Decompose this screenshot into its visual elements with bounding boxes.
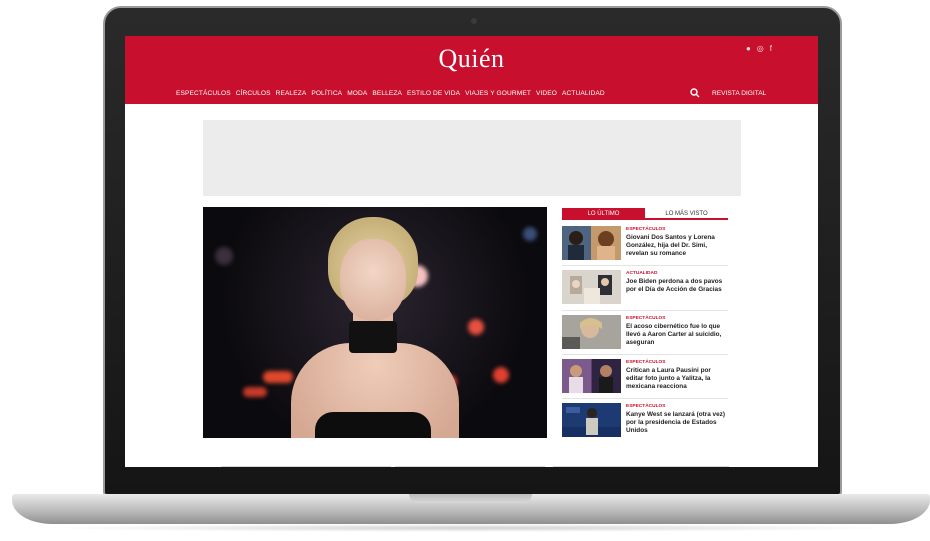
bokeh-light	[523, 227, 537, 241]
nav-item-realeza[interactable]: REALEZA	[276, 90, 307, 97]
tab-lo-mas-visto[interactable]: LO MÁS VISTO	[645, 208, 728, 218]
search-icon[interactable]	[690, 88, 700, 98]
news-category[interactable]: ESPECTÁCULOS	[626, 360, 726, 365]
laptop-shadow	[40, 524, 900, 532]
news-text: ESPECTÁCULOS Critican a Laura Pausini po…	[626, 359, 726, 399]
news-headline[interactable]: Joe Biden perdona a dos pavos por el Día…	[626, 278, 726, 294]
nav-item-circulos[interactable]: CÍRCULOS	[236, 90, 271, 97]
news-text: ACTUALIDAD Joe Biden perdona a dos pavos…	[626, 270, 726, 310]
news-text: ESPECTÁCULOS Kanye West se lanzará (otra…	[626, 403, 726, 443]
news-thumbnail[interactable]	[562, 403, 621, 437]
news-headline[interactable]: Kanye West se lanzará (otra vez) por la …	[626, 411, 726, 434]
news-thumbnail[interactable]	[562, 270, 621, 304]
nav-item-actualidad[interactable]: ACTUALIDAD	[562, 90, 605, 97]
news-item[interactable]: ESPECTÁCULOS Giovani Dos Santos y Lorena…	[562, 226, 728, 266]
news-category[interactable]: ESPECTÁCULOS	[626, 404, 726, 409]
divider	[553, 466, 729, 467]
nav-item-espectaculos[interactable]: ESPECTÁCULOS	[176, 90, 231, 97]
news-category[interactable]: ACTUALIDAD	[626, 271, 726, 276]
ad-banner[interactable]	[203, 120, 741, 196]
nav-item-belleza[interactable]: BELLEZA	[372, 90, 402, 97]
news-thumbnail[interactable]	[562, 315, 621, 349]
laptop-notch	[409, 494, 532, 503]
divider	[562, 265, 728, 266]
site-header: Quién ● ◎ f ESPECTÁCULOS CÍRCULOS REALEZ…	[125, 36, 818, 104]
divider	[221, 466, 391, 467]
sidebar-tabs: LO ÚLTIMO LO MÁS VISTO	[562, 208, 728, 220]
nav-item-moda[interactable]: MODA	[347, 90, 367, 97]
person-dress	[315, 412, 431, 438]
news-item[interactable]: ACTUALIDAD Joe Biden perdona a dos pavos…	[562, 270, 728, 310]
divider	[395, 466, 545, 467]
laptop-screen: Quién ● ◎ f ESPECTÁCULOS CÍRCULOS REALEZ…	[125, 36, 818, 467]
nav-item-estilo-de-vida[interactable]: ESTILO DE VIDA	[407, 90, 460, 97]
news-text: ESPECTÁCULOS El acoso cibernético fue lo…	[626, 315, 726, 355]
hero-image[interactable]	[203, 207, 547, 438]
twitter-icon[interactable]: ●	[746, 44, 751, 53]
bokeh-light	[263, 371, 293, 383]
news-item[interactable]: ESPECTÁCULOS Critican a Laura Pausini po…	[562, 359, 728, 399]
site-logo[interactable]: Quién	[125, 44, 818, 74]
news-item[interactable]: ESPECTÁCULOS Kanye West se lanzará (otra…	[562, 403, 728, 443]
nav-item-politica[interactable]: POLÍTICA	[311, 90, 342, 97]
tab-lo-ultimo[interactable]: LO ÚLTIMO	[562, 208, 645, 218]
person-face	[340, 239, 406, 321]
facebook-icon[interactable]: f	[770, 44, 772, 53]
news-thumbnail[interactable]	[562, 359, 621, 393]
news-headline[interactable]: Giovani Dos Santos y Lorena González, hi…	[626, 234, 726, 257]
news-category[interactable]: ESPECTÁCULOS	[626, 227, 726, 232]
news-text: ESPECTÁCULOS Giovani Dos Santos y Lorena…	[626, 226, 726, 266]
main-nav: ESPECTÁCULOS CÍRCULOS REALEZA POLÍTICA M…	[176, 90, 605, 97]
camera-icon	[471, 18, 477, 24]
revista-digital-link[interactable]: REVISTA DIGITAL	[712, 90, 766, 97]
bokeh-light	[493, 367, 509, 383]
divider	[562, 354, 728, 355]
social-links: ● ◎ f	[746, 44, 772, 53]
news-item[interactable]: ESPECTÁCULOS El acoso cibernético fue lo…	[562, 315, 728, 355]
instagram-icon[interactable]: ◎	[757, 44, 764, 53]
news-sidebar: LO ÚLTIMO LO MÁS VISTO ESPECTÁCULOS Giov…	[562, 208, 728, 437]
divider	[562, 310, 728, 311]
bokeh-light	[215, 247, 233, 265]
news-thumbnail[interactable]	[562, 226, 621, 260]
bokeh-light	[243, 387, 267, 397]
nav-item-viajes-y-gourmet[interactable]: VIAJES Y GOURMET	[465, 90, 531, 97]
divider	[562, 398, 728, 399]
person-choker	[349, 321, 397, 353]
bokeh-light	[468, 319, 484, 335]
nav-item-video[interactable]: VIDEO	[536, 90, 557, 97]
news-headline[interactable]: El acoso cibernético fue lo que llevó a …	[626, 323, 726, 346]
news-headline[interactable]: Critican a Laura Pausini por editar foto…	[626, 367, 726, 390]
news-category[interactable]: ESPECTÁCULOS	[626, 316, 726, 321]
